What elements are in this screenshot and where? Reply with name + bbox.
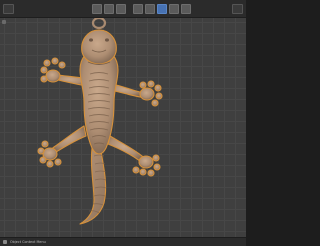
lizard-tail: [79, 145, 107, 225]
viewport-header: [0, 0, 246, 18]
blender-window: Object Context Menu: [0, 0, 246, 246]
viewport-toolbar: [92, 3, 191, 14]
status-text: Object Context Menu: [10, 239, 46, 244]
hanging-ring: [91, 18, 107, 30]
lizard-head: [81, 29, 117, 65]
rendered-shading-button[interactable]: [181, 3, 191, 14]
mouse-icon: [3, 240, 7, 244]
3d-viewport[interactable]: [0, 18, 246, 237]
editor-type-button[interactable]: [3, 4, 14, 14]
right-front-foot: [139, 80, 163, 107]
left-back-leg: [51, 125, 87, 154]
select-button[interactable]: [104, 3, 114, 14]
material-shading-button[interactable]: [169, 3, 179, 14]
solid-shading-button[interactable]: [157, 3, 167, 14]
options-button[interactable]: [232, 4, 243, 14]
view-menu-button[interactable]: [92, 3, 102, 14]
right-back-leg: [107, 135, 145, 163]
status-bar: Object Context Menu: [0, 237, 246, 246]
wireframe-shading-button[interactable]: [145, 3, 155, 14]
transform-button[interactable]: [116, 3, 126, 14]
overlay-button[interactable]: [133, 3, 143, 14]
lizard-model[interactable]: [0, 18, 246, 237]
